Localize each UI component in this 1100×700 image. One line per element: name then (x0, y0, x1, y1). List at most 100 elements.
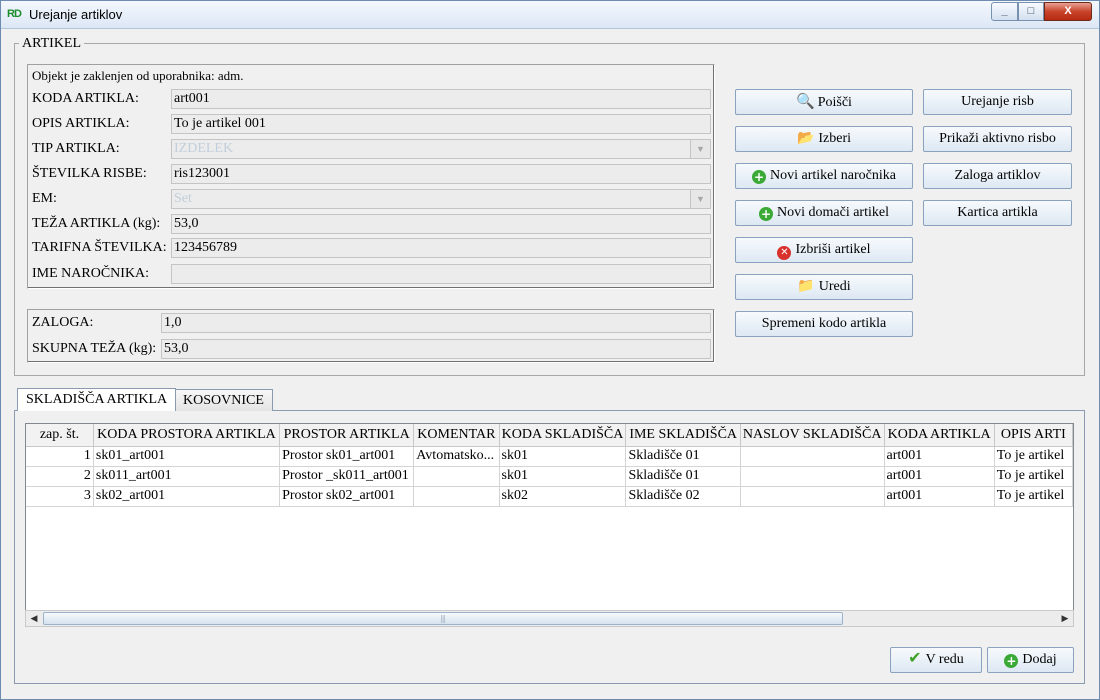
ok-button[interactable]: ✔ V redu (890, 647, 982, 673)
narocnik-field[interactable] (171, 264, 711, 284)
select-button-label: Izberi (818, 131, 852, 146)
minimize-button[interactable]: _ (991, 2, 1018, 21)
article-card-button[interactable]: Kartica artikla (923, 200, 1072, 226)
column-header[interactable]: zap. št. (26, 424, 94, 447)
add-button[interactable]: + Dodaj (987, 647, 1074, 673)
show-active-drawing-button[interactable]: Prikaži aktivno risbo (923, 126, 1072, 152)
tip-select-value: IZDELEK (174, 141, 234, 156)
table-cell[interactable]: art001 (884, 486, 995, 507)
table-cell[interactable]: To je artikel (994, 466, 1073, 487)
ok-button-label: V redu (925, 652, 964, 667)
opis-label: OPIS ARTIKLA: (32, 116, 130, 131)
delete-article-button[interactable]: ✕ Izbriši artikel (735, 237, 913, 263)
table-cell[interactable] (740, 466, 885, 487)
chevron-down-icon[interactable]: ▼ (690, 190, 710, 208)
teza-label: TEŽA ARTIKLA (kg): (32, 216, 161, 231)
em-select[interactable]: Set ▼ (171, 189, 711, 209)
edit-button[interactable]: 📁 Uredi (735, 274, 913, 300)
tab-bom[interactable]: KOSOVNICE (174, 389, 273, 411)
table-cell[interactable]: Prostor sk02_art001 (279, 486, 415, 507)
table-cell[interactable]: sk01_art001 (93, 446, 281, 467)
column-header[interactable]: KODA SKLADIŠČA (499, 424, 627, 447)
scroll-thumb[interactable]: ||| (43, 612, 843, 625)
new-domestic-article-button[interactable]: + Novi domači artikel (735, 200, 913, 226)
table-cell[interactable]: Skladišče 01 (625, 466, 741, 487)
search-button-label: Poišči (817, 95, 852, 110)
table-row[interactable]: 2 sk011_art001 Prostor _sk011_art001 sk0… (26, 466, 1073, 487)
plus-icon: + (752, 170, 767, 184)
edit-drawings-button[interactable]: Urejanje risb (923, 89, 1072, 115)
table-cell[interactable]: Prostor sk01_art001 (279, 446, 415, 467)
table-cell[interactable] (413, 466, 500, 487)
tab-warehouses[interactable]: SKLADIŠČA ARTIKLA (17, 388, 177, 411)
table-cell[interactable]: Skladišče 02 (625, 486, 741, 507)
table-cell[interactable]: sk011_art001 (93, 466, 281, 487)
column-header[interactable]: PROSTOR ARTIKLA (279, 424, 415, 447)
koda-field[interactable]: art001 (171, 89, 711, 109)
app-icon: RD (7, 8, 22, 20)
new-customer-article-label: Novi artikel naročnika (770, 168, 896, 183)
tarifna-field[interactable]: 123456789 (171, 238, 711, 258)
new-domestic-article-label: Novi domači artikel (777, 205, 889, 220)
column-header[interactable]: KODA ARTIKLA (884, 424, 995, 447)
title-bar[interactable]: RD Urejanje artiklov _ □ X (1, 1, 1099, 29)
table-cell[interactable]: Prostor _sk011_art001 (279, 466, 415, 487)
edit-button-label: Uredi (818, 279, 851, 294)
table-cell[interactable]: 2 (26, 466, 94, 487)
table-cell[interactable]: art001 (884, 466, 995, 487)
column-header[interactable]: OPIS ARTI (994, 424, 1073, 447)
plus-icon: + (759, 207, 774, 221)
teza-field[interactable]: 53,0 (171, 214, 711, 234)
tip-select[interactable]: IZDELEK ▼ (171, 139, 711, 159)
zaloga-label: ZALOGA: (32, 315, 94, 330)
checkmark-icon: ✔ (908, 648, 922, 667)
change-code-button[interactable]: Spremeni kodo artikla (735, 311, 913, 337)
scroll-right-icon[interactable]: ▶ (1057, 611, 1073, 626)
column-header[interactable]: NASLOV SKLADIŠČA (740, 424, 885, 447)
em-label: EM: (32, 191, 57, 206)
close-button[interactable]: X (1044, 2, 1092, 21)
table-cell[interactable]: 3 (26, 486, 94, 507)
zaloga-field: 1,0 (161, 313, 711, 333)
horizontal-scrollbar[interactable]: ◀ ||| ▶ (25, 610, 1074, 627)
table-cell[interactable]: To je artikel (994, 486, 1073, 507)
column-header[interactable]: KODA PROSTORA ARTIKLA (93, 424, 281, 447)
table-cell[interactable]: art001 (884, 446, 995, 467)
table-cell[interactable]: sk02 (499, 486, 627, 507)
delete-icon: ✕ (777, 246, 792, 260)
table-header-row: zap. št. KODA PROSTORA ARTIKLA PROSTOR A… (26, 424, 1073, 447)
article-stock-button[interactable]: Zaloga artiklov (923, 163, 1072, 189)
table-cell[interactable]: sk02_art001 (93, 486, 281, 507)
tarifna-label: TARIFNA ŠTEVILKA: (32, 240, 167, 255)
risba-label: ŠTEVILKA RISBE: (32, 166, 147, 181)
delete-article-label: Izbriši artikel (795, 242, 871, 257)
chevron-down-icon[interactable]: ▼ (690, 140, 710, 158)
table-cell[interactable]: sk01 (499, 446, 627, 467)
table-cell[interactable]: Skladišče 01 (625, 446, 741, 467)
table-cell[interactable] (740, 486, 885, 507)
em-select-value: Set (174, 191, 192, 206)
table-cell[interactable]: Avtomatsko... (413, 446, 500, 467)
column-header[interactable]: KOMENTAR (413, 424, 500, 447)
table-row[interactable]: 1 sk01_art001 Prostor sk01_art001 Avtoma… (26, 446, 1073, 467)
maximize-button[interactable]: □ (1018, 2, 1044, 21)
new-customer-article-button[interactable]: + Novi artikel naročnika (735, 163, 913, 189)
table-cell[interactable]: 1 (26, 446, 94, 467)
table-cell[interactable] (740, 446, 885, 467)
artikel-group-legend: ARTIKEL (19, 36, 85, 52)
table-cell[interactable]: To je artikel (994, 446, 1073, 467)
column-header[interactable]: IME SKLADIŠČA (625, 424, 741, 447)
table-cell[interactable]: sk01 (499, 466, 627, 487)
tip-label: TIP ARTIKLA: (32, 141, 120, 156)
scroll-left-icon[interactable]: ◀ (26, 611, 42, 626)
window-title: Urejanje artiklov (29, 7, 123, 22)
search-button[interactable]: 🔍 Poišči (735, 89, 913, 115)
select-button[interactable]: 📂 Izberi (735, 126, 913, 152)
skupna-teza-label: SKUPNA TEŽA (kg): (32, 341, 157, 356)
search-icon: 🔍 (796, 94, 815, 110)
opis-field[interactable]: To je artikel 001 (171, 114, 711, 134)
table-row[interactable]: 3 sk02_art001 Prostor sk02_art001 sk02 S… (26, 486, 1073, 507)
risba-field[interactable]: ris123001 (171, 164, 711, 184)
plus-icon: + (1004, 654, 1019, 668)
table-cell[interactable] (413, 486, 500, 507)
